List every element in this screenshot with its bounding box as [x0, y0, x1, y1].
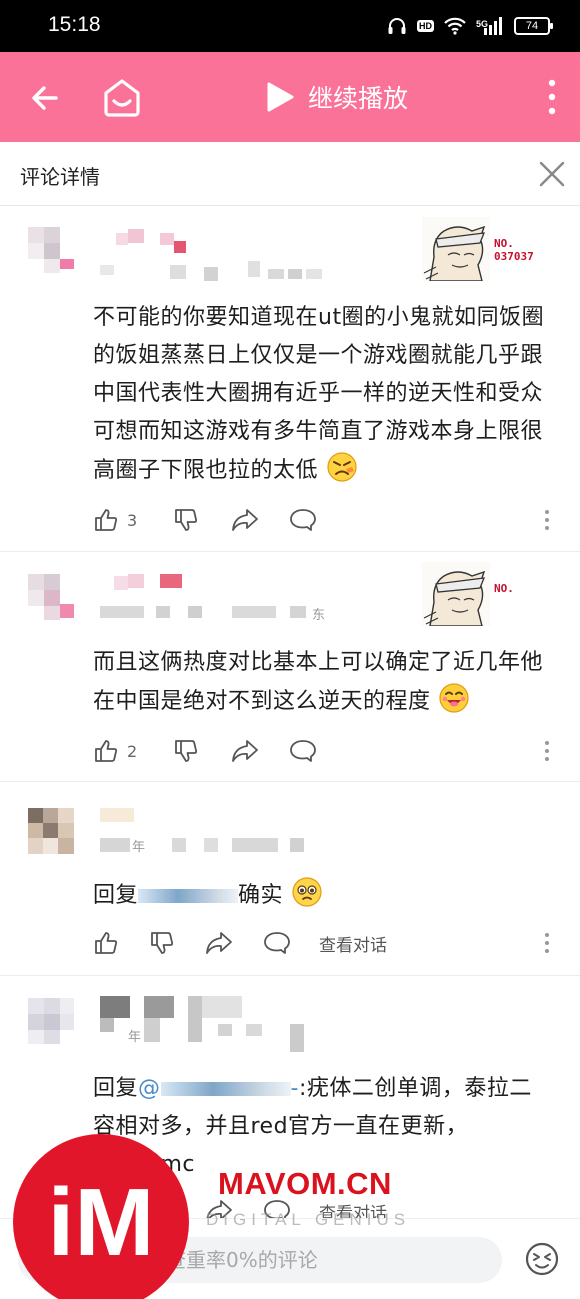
like-count: 3 [127, 510, 138, 530]
like-count: 2 [127, 741, 138, 761]
like-button[interactable]: 2 [93, 738, 137, 764]
comment-actions: 2 [93, 736, 317, 766]
watermark-logo: iM [13, 1134, 189, 1299]
comment-actions: 3 [93, 505, 317, 535]
hd-icon: HD [416, 20, 434, 32]
username-blurred[interactable] [100, 804, 340, 864]
thumbs-up-icon[interactable] [93, 930, 119, 956]
fan-badge-number: NO. 037037 [494, 237, 534, 263]
watermark-tagline: DIGITAL GENIUS [206, 1210, 411, 1229]
share-icon[interactable] [231, 507, 259, 533]
mention-blurred[interactable] [138, 889, 239, 903]
battery-icon: 74 [514, 17, 553, 35]
comment-text: 回复 确实 [93, 876, 563, 915]
play-icon [267, 82, 294, 112]
continue-play-label: 继续播放 [308, 84, 409, 113]
comment-more-icon[interactable] [544, 740, 550, 762]
dislike-icon[interactable] [173, 507, 199, 533]
comment-text: 不可能的你要知道现在ut圈的小鬼就如同饭圈的饭姐蒸蒸日上仅仅是一个游戏圈就能几乎… [93, 299, 563, 490]
reply-icon[interactable] [289, 507, 317, 533]
comment-detail-header: 评论详情 [0, 142, 580, 206]
username-blurred[interactable] [100, 227, 340, 287]
comment-more-icon[interactable] [544, 509, 550, 531]
view-conversation-link[interactable]: 查看对话 [319, 931, 387, 956]
mention-link[interactable]: @ [138, 1076, 161, 1101]
thumbs-up-icon [95, 509, 118, 531]
fan-badge: NO. 037037 [422, 217, 550, 281]
comment-meta-fragment: 年 [128, 1030, 142, 1045]
status-bar: 15:18 HD 5G 74 [0, 0, 580, 52]
comment-item: 年 回复 确实 查看对话 [0, 782, 580, 976]
watermark-logo-text: iM [48, 1169, 155, 1276]
status-icons: HD 5G 74 [387, 14, 553, 38]
more-vertical-icon[interactable] [546, 78, 558, 116]
headphones-icon [388, 18, 406, 34]
emoji-icon[interactable] [524, 1241, 560, 1277]
pleading-emoji-icon [291, 877, 322, 907]
dislike-icon[interactable] [173, 738, 199, 764]
avatar[interactable] [28, 574, 74, 624]
comment-item: NO. 037037 不可能的你要知道现在ut圈的小鬼就如同饭圈的饭姐蒸蒸日上仅… [0, 207, 580, 552]
pouting-emoji-icon [326, 452, 357, 482]
comment-actions: 查看对话 [93, 928, 387, 958]
comment-item: 东 NO. 而且这俩热度对比基本上可以确定了近几年他在中国是绝对不到这么逆天的程… [0, 552, 580, 782]
status-time: 15:18 [48, 13, 101, 36]
watermark-site: MAVOM.CN [218, 1166, 392, 1201]
avatar[interactable] [28, 227, 74, 277]
reply-prefix: 回复 [93, 1076, 139, 1101]
continue-play-button[interactable]: 继续播放 [262, 79, 408, 115]
comment-body: 不可能的你要知道现在ut圈的小鬼就如同饭圈的饭姐蒸蒸日上仅仅是一个游戏圈就能几乎… [93, 305, 545, 483]
like-button[interactable]: 3 [93, 507, 137, 533]
dislike-icon[interactable] [149, 930, 175, 956]
back-arrow-icon[interactable] [26, 78, 66, 118]
avatar[interactable] [28, 998, 74, 1048]
comment-body: 而且这俩热度对比基本上可以确定了近几年他在中国是绝对不到这么逆天的程度 [93, 650, 544, 714]
fan-badge-number: NO. [494, 582, 514, 595]
comment-text: 而且这俩热度对比基本上可以确定了近几年他在中国是绝对不到这么逆天的程度 [93, 644, 563, 721]
close-icon[interactable] [538, 160, 566, 188]
reply-icon[interactable] [289, 738, 317, 764]
mention-blurred[interactable] [160, 1082, 291, 1096]
thumbs-up-icon [95, 740, 118, 762]
comment-more-icon[interactable] [544, 932, 550, 954]
share-icon[interactable] [205, 930, 233, 956]
video-toolbar: 继续播放 [0, 52, 580, 142]
page-title: 评论详情 [20, 165, 100, 189]
mention-link-end[interactable]: - [291, 1076, 299, 1101]
home-tv-icon[interactable] [100, 76, 144, 118]
reply-icon[interactable] [263, 930, 291, 956]
signal-icon: 5G [476, 17, 504, 35]
comment-meta-fragment: 东 [312, 608, 326, 623]
fan-badge: NO. [422, 562, 550, 626]
network-type: 5G [475, 19, 488, 29]
comment-meta-fragment: 年 [132, 840, 146, 855]
avatar[interactable] [28, 808, 74, 858]
username-blurred[interactable] [100, 572, 340, 632]
wifi-icon [444, 17, 466, 35]
reply-prefix: 回复 [93, 883, 139, 908]
fan-badge-character-icon [422, 562, 490, 626]
comment-body-line1: :疣体二创单调，泰拉二 [298, 1076, 532, 1101]
share-icon[interactable] [231, 738, 259, 764]
drooling-emoji-icon [439, 683, 469, 713]
fan-badge-character-icon [422, 217, 490, 281]
comment-body: 确实 [238, 883, 284, 908]
